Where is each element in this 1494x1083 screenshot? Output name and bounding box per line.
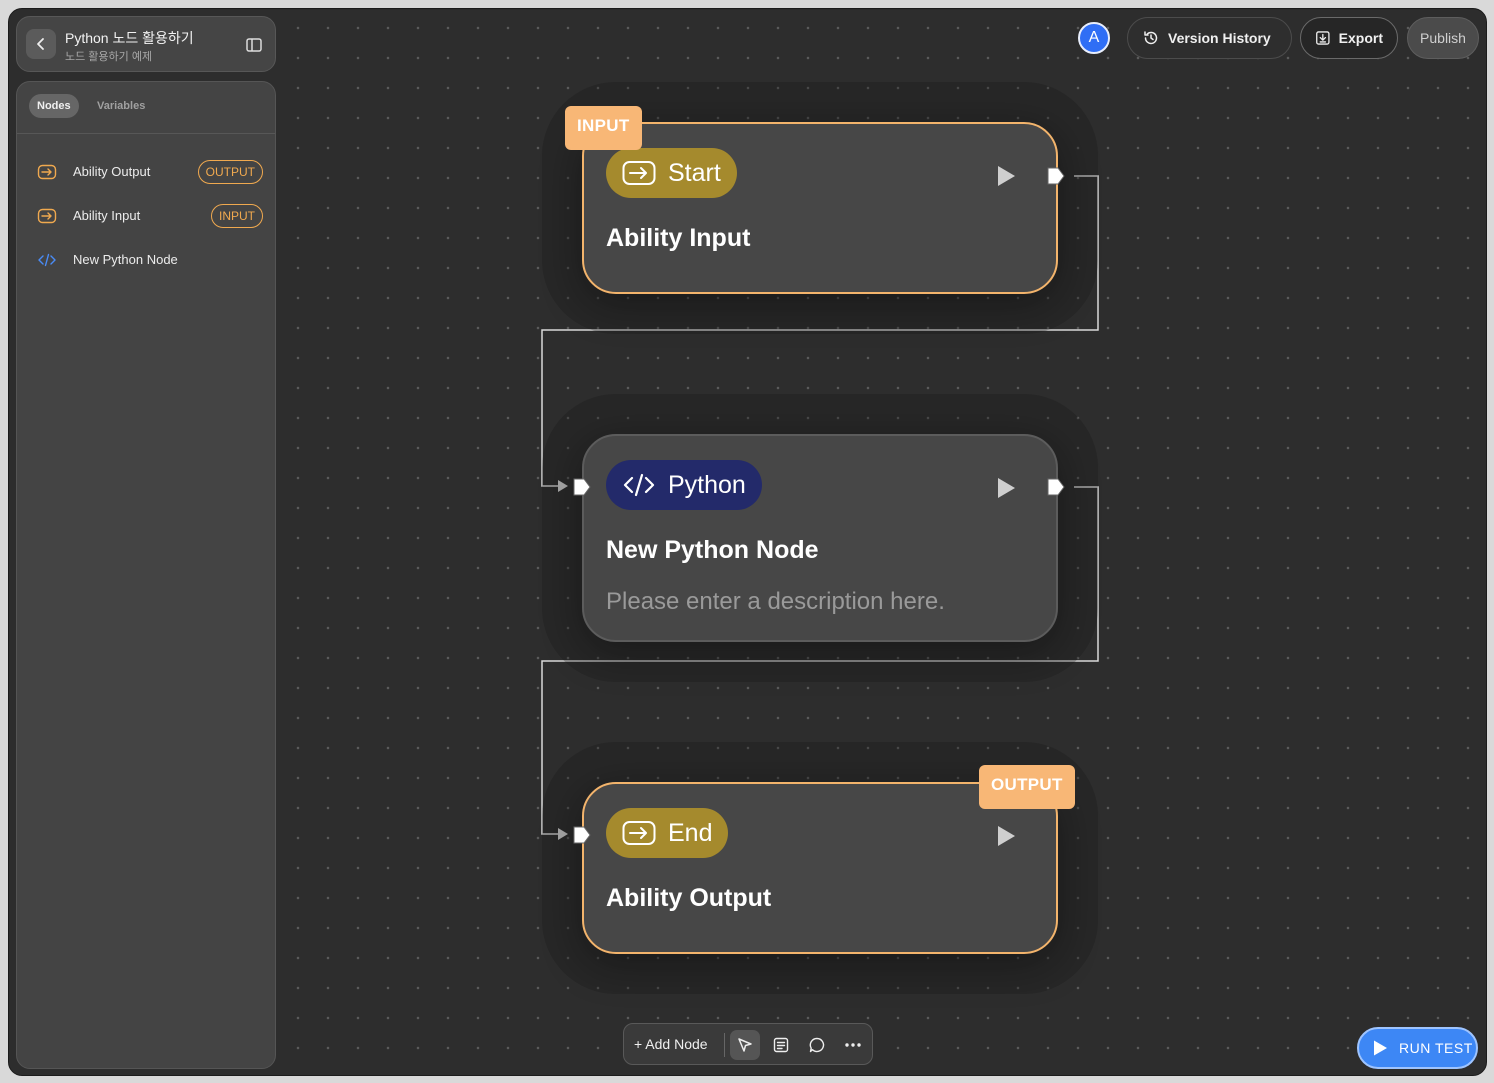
input-arrow-icon — [622, 161, 656, 185]
project-subtitle: 노드 활용하기 예제 — [65, 51, 153, 63]
sidebar-item-label: New Python Node — [73, 252, 178, 267]
output-tag: OUTPUT — [979, 765, 1075, 809]
input-arrow-icon — [37, 164, 57, 180]
output-badge: OUTPUT — [197, 160, 263, 184]
run-test-label: RUN TEST — [1399, 1040, 1473, 1056]
node-title: Ability Input — [606, 224, 751, 252]
sidebar-item-ability-output[interactable]: Ability Output OUTPUT — [17, 154, 275, 190]
python-node[interactable]: Python New Python Node Please enter a de… — [582, 434, 1058, 642]
start-pill: Start — [606, 148, 737, 198]
tab-nodes[interactable]: Nodes — [29, 94, 79, 118]
history-icon — [1144, 31, 1158, 45]
node-description[interactable]: Please enter a description here. — [606, 588, 945, 616]
start-node[interactable]: Start Ability Input — [582, 122, 1058, 294]
input-badge: INPUT — [211, 204, 263, 228]
select-tool-button[interactable] — [730, 1030, 760, 1060]
version-history-button[interactable]: Version History — [1127, 17, 1292, 59]
comment-tool-button[interactable] — [802, 1030, 832, 1060]
project-title: Python 노드 활용하기 — [65, 30, 194, 46]
code-icon — [38, 253, 56, 267]
add-node-button[interactable]: + Add Node — [634, 1036, 708, 1052]
output-port[interactable] — [1047, 167, 1065, 185]
more-horizontal-icon — [845, 1043, 861, 1047]
export-button[interactable]: Export — [1300, 17, 1398, 59]
download-icon — [1316, 31, 1330, 45]
input-arrow-icon — [37, 208, 57, 224]
more-options-button[interactable] — [838, 1030, 868, 1060]
export-label: Export — [1338, 30, 1383, 46]
back-button[interactable] — [26, 29, 56, 59]
sidebar-panel: Nodes Variables Ability Output OUTPUT Ab… — [16, 81, 276, 1069]
version-history-label: Version History — [1168, 30, 1271, 46]
play-icon[interactable] — [996, 477, 1016, 499]
comment-icon — [809, 1037, 825, 1053]
project-header: Python 노드 활용하기 노드 활용하기 예제 — [16, 16, 276, 72]
sidebar-item-python-node[interactable]: New Python Node — [17, 242, 275, 278]
input-port[interactable] — [573, 478, 591, 496]
output-port[interactable] — [1047, 478, 1065, 496]
end-pill-label: End — [668, 818, 713, 847]
python-pill-label: Python — [668, 470, 746, 499]
tab-variables[interactable]: Variables — [89, 94, 153, 118]
node-title: New Python Node — [606, 536, 819, 564]
note-icon — [773, 1037, 789, 1053]
note-tool-button[interactable] — [766, 1030, 796, 1060]
avatar[interactable]: A — [1078, 22, 1110, 54]
sidebar-item-label: Ability Input — [73, 208, 141, 223]
end-pill: End — [606, 808, 729, 858]
sidebar-item-label: Ability Output — [73, 164, 151, 179]
app-window: Python 노드 활용하기 노드 활용하기 예제 Nodes Variable… — [8, 8, 1487, 1076]
toolbar-divider — [724, 1033, 725, 1057]
sidebar-tabs: Nodes Variables — [17, 82, 275, 134]
chevron-left-icon — [37, 38, 44, 50]
play-icon[interactable] — [996, 165, 1016, 187]
canvas-toolbar: + Add Node — [623, 1023, 873, 1065]
input-port[interactable] — [573, 826, 591, 844]
publish-button[interactable]: Publish — [1407, 17, 1479, 59]
input-arrow-icon — [622, 821, 656, 845]
python-pill: Python — [606, 460, 762, 510]
input-tag: INPUT — [565, 106, 642, 150]
sidebar-item-ability-input[interactable]: Ability Input INPUT — [17, 198, 275, 234]
sidebar-toggle-icon[interactable] — [245, 36, 263, 54]
run-test-button[interactable]: RUN TEST — [1357, 1027, 1478, 1069]
play-icon — [1374, 1040, 1387, 1056]
play-icon[interactable] — [996, 825, 1016, 847]
start-pill-label: Start — [668, 158, 721, 187]
cursor-icon — [738, 1038, 752, 1052]
node-title: Ability Output — [606, 884, 772, 912]
code-icon — [623, 473, 655, 497]
